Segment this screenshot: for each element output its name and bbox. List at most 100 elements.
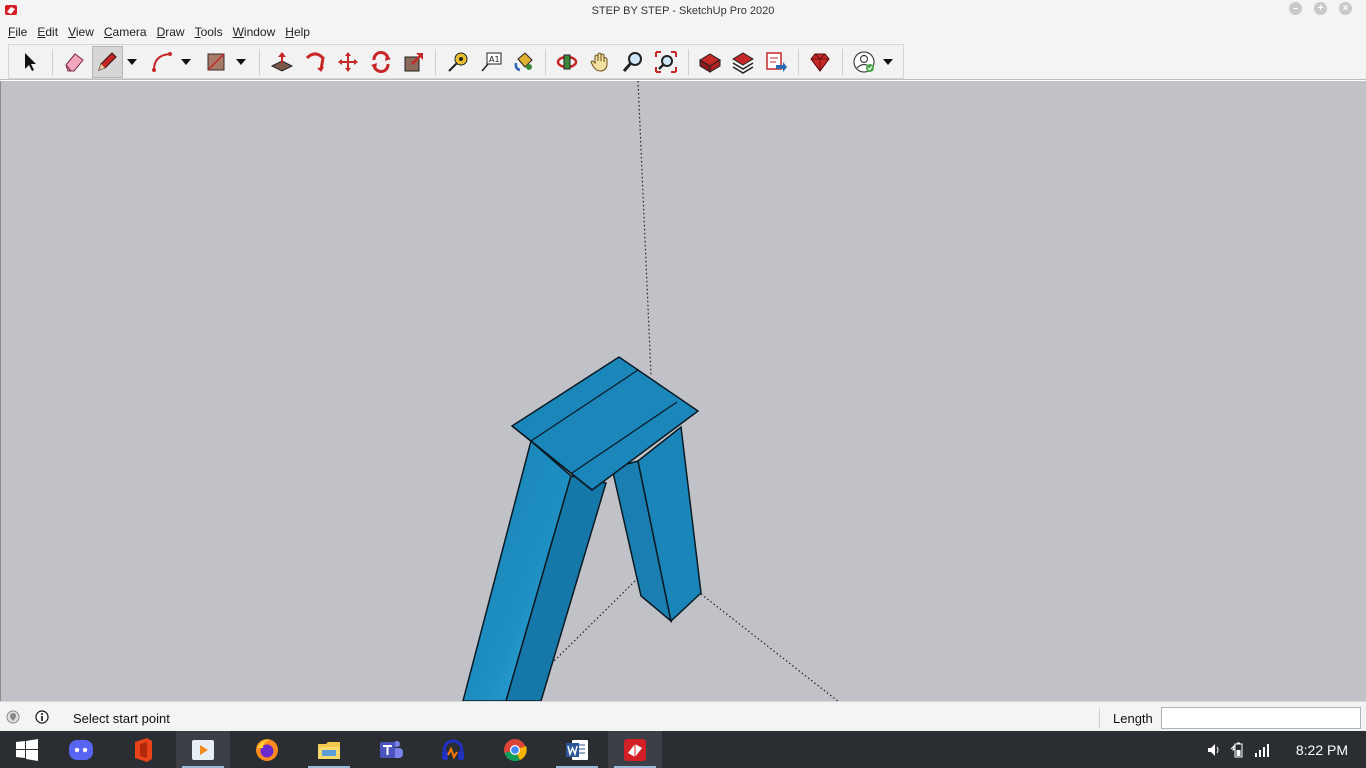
ruby-gem-icon <box>810 53 830 72</box>
tape-measure-tool-button[interactable] <box>442 46 473 78</box>
taskbar-file-explorer[interactable] <box>302 731 356 768</box>
line-tool-button[interactable] <box>91 45 123 78</box>
close-button[interactable]: × <box>1339 2 1352 15</box>
taskbar-audio-app[interactable] <box>426 731 480 768</box>
menu-file-label: ile <box>15 24 28 39</box>
pencil-icon <box>98 51 118 71</box>
taskbar-firefox[interactable] <box>240 731 294 768</box>
taskbar-teams[interactable] <box>364 731 418 768</box>
status-divider <box>1099 708 1100 728</box>
taskbar-chrome[interactable] <box>488 731 542 768</box>
info-icon[interactable] <box>35 710 49 724</box>
tape-measure-icon <box>447 52 468 72</box>
chevron-down-icon <box>883 58 894 65</box>
toolbar-separator <box>545 48 546 75</box>
system-tray: 8:22 PM <box>1206 731 1366 768</box>
extension-warehouse-icon <box>732 51 755 74</box>
taskbar-word[interactable] <box>550 731 604 768</box>
geo-location-icon[interactable] <box>6 710 20 724</box>
menu-bar: File Edit View Camera Draw Tools Window … <box>0 21 1366 42</box>
taskbar-office[interactable] <box>116 731 170 768</box>
toolbar-separator <box>435 48 437 75</box>
menu-camera-label: amera <box>112 24 147 39</box>
sketchup-app-icon[interactable] <box>4 3 18 17</box>
menu-draw[interactable]: Draw <box>153 25 189 39</box>
send-to-layout-icon <box>766 51 788 72</box>
toolbar-separator <box>51 48 53 75</box>
account-dropdown[interactable] <box>881 46 895 78</box>
taskbar-sketchup[interactable] <box>608 731 662 768</box>
zoom-magnifier-icon <box>623 51 643 72</box>
arc-tool-button[interactable] <box>146 46 177 78</box>
menu-help[interactable]: Help <box>281 25 314 39</box>
extension-manager-button[interactable] <box>805 46 836 78</box>
taskbar-clock[interactable]: 8:22 PM <box>1296 742 1348 758</box>
menu-view-label: iew <box>75 24 94 39</box>
rectangle-tool-button[interactable] <box>201 46 232 78</box>
move-tool-button[interactable] <box>332 46 363 78</box>
battery-icon[interactable] <box>1230 742 1246 758</box>
orbit-icon <box>557 54 578 69</box>
measurements-input[interactable] <box>1161 707 1361 729</box>
menu-file[interactable]: File <box>4 25 31 39</box>
toolbar-separator <box>841 48 843 75</box>
menu-tools-label: ools <box>200 24 223 39</box>
follow-me-tool-button[interactable] <box>299 46 330 78</box>
firefox-icon <box>256 738 278 761</box>
model-viewport[interactable] <box>0 81 1366 701</box>
text-tool-button[interactable]: A1 <box>475 46 506 78</box>
extension-warehouse-button[interactable] <box>728 46 759 78</box>
scale-tool-button[interactable] <box>398 46 429 78</box>
menu-view[interactable]: View <box>64 25 98 39</box>
menu-window[interactable]: Window <box>229 25 280 39</box>
windows-logo-icon <box>16 738 38 761</box>
status-message: Select start point <box>73 711 170 726</box>
arc-tool-dropdown[interactable] <box>179 46 193 78</box>
taskbar-media-player[interactable] <box>176 731 230 768</box>
pan-tool-button[interactable] <box>585 46 616 78</box>
volume-icon[interactable] <box>1206 742 1222 758</box>
chrome-icon <box>504 738 527 761</box>
3d-warehouse-button[interactable] <box>695 46 726 78</box>
menu-camera[interactable]: Camera <box>100 25 151 39</box>
taskbar-discord[interactable] <box>54 731 108 768</box>
menu-draw-label: raw <box>165 24 185 39</box>
svg-text:A1: A1 <box>489 55 500 64</box>
account-button[interactable] <box>849 46 880 78</box>
follow-me-icon <box>305 52 325 72</box>
teams-icon <box>380 740 403 758</box>
3d-warehouse-icon <box>699 52 722 73</box>
line-tool-dropdown[interactable] <box>125 46 139 78</box>
toolbar-separator <box>687 48 689 75</box>
folder-icon <box>318 741 340 759</box>
start-button[interactable] <box>0 731 54 768</box>
status-bar: Select start point Length <box>0 701 1366 731</box>
zoom-tool-button[interactable] <box>618 46 649 78</box>
eraser-tool-button[interactable] <box>59 46 90 78</box>
orbit-tool-button[interactable] <box>552 46 583 78</box>
rotate-tool-button[interactable] <box>365 46 396 78</box>
user-account-icon <box>853 50 875 73</box>
headphones-icon <box>442 738 464 760</box>
toolbar-separator <box>797 48 799 75</box>
send-to-layout-button[interactable] <box>761 46 792 78</box>
windows-taskbar: 8:22 PM <box>0 731 1366 768</box>
move-icon <box>337 51 358 72</box>
menu-edit[interactable]: Edit <box>33 25 62 39</box>
model-canvas[interactable] <box>1 81 1366 701</box>
network-signal-icon[interactable] <box>1254 742 1270 758</box>
pan-hand-icon <box>590 52 608 72</box>
menu-tools[interactable]: Tools <box>191 25 227 39</box>
zoom-extents-button[interactable] <box>651 46 682 78</box>
paint-bucket-tool-button[interactable] <box>508 46 539 78</box>
push-pull-tool-button[interactable] <box>266 46 297 78</box>
text-label-icon: A1 <box>480 52 502 71</box>
maximize-button[interactable]: + <box>1314 2 1327 15</box>
chevron-down-icon <box>235 58 246 65</box>
minimize-button[interactable]: – <box>1289 2 1302 15</box>
measurements-label: Length <box>1113 711 1153 726</box>
eraser-icon <box>65 52 85 71</box>
select-tool-button[interactable] <box>15 46 46 78</box>
rectangle-tool-dropdown[interactable] <box>234 46 248 78</box>
sketchup-window: STEP BY STEP - SketchUp Pro 2020 – + × F… <box>0 0 1366 768</box>
